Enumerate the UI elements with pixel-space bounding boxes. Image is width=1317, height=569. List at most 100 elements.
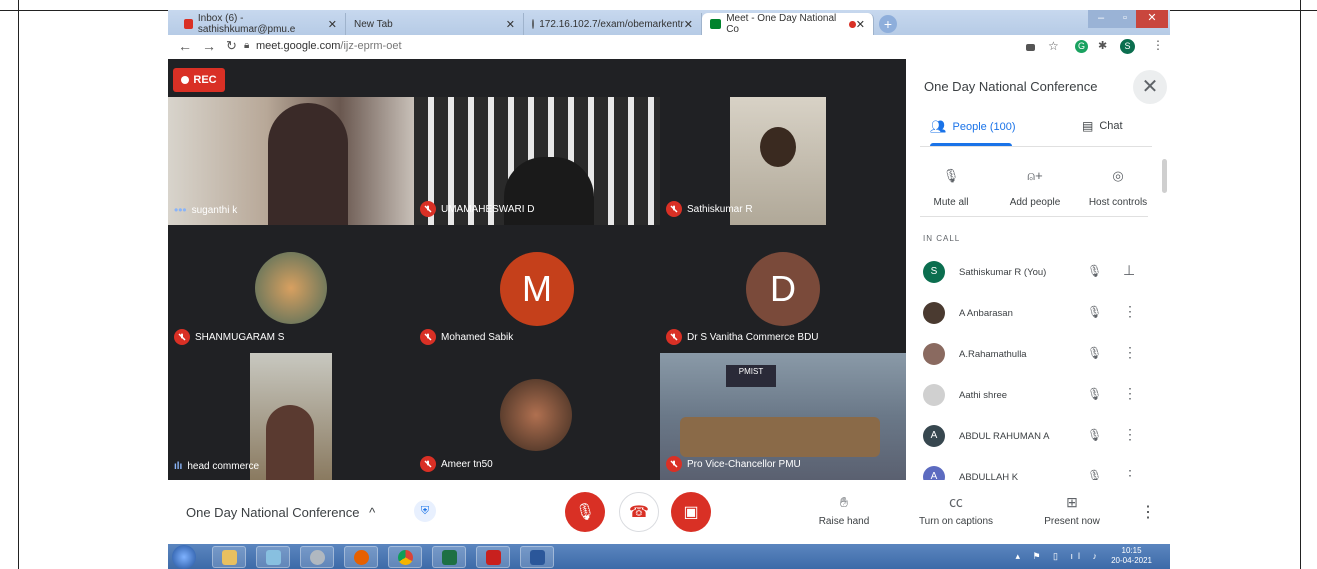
profile-avatar[interactable]: S [1120,39,1135,54]
taskbar-clock[interactable]: 10:15 20-04-2021 [1111,546,1152,566]
video-tile[interactable]: ••• suganthi k [168,97,414,225]
tab-gmail[interactable]: Inbox (6) - sathishkumar@pmu.e ✕ [176,13,346,35]
word-icon [530,550,545,565]
taskbar-app-explorer[interactable] [212,546,246,568]
divider [920,146,1152,147]
video-tile[interactable]: M Mohamed Sabik [414,225,660,353]
minimize-button[interactable]: – [1088,10,1114,28]
taskbar-app-word[interactable] [520,546,554,568]
participant-name-label: Ameer tn50 [420,456,493,472]
new-tab-button[interactable]: + [879,15,897,33]
chevron-up-icon: ^ [369,505,376,520]
mic-off-icon [666,329,682,345]
video-tile[interactable]: Sathiskumar R [660,97,906,225]
speaking-bars-icon: ılı [174,461,183,472]
pin-icon[interactable]: ⊥ [1123,262,1135,279]
tab-people[interactable]: 👥︎ People (100) [930,119,1016,135]
video-tile[interactable]: Ameer tn50 [414,353,660,480]
close-panel-button[interactable]: ✕ [1133,70,1167,104]
video-tile[interactable]: D Dr S Vanitha Commerce BDU [660,225,906,353]
grammarly-icon[interactable]: G [1075,40,1088,53]
participant-name-label: Mohamed Sabik [420,329,513,345]
tab-chat[interactable]: ▤ Chat [1082,119,1123,133]
close-icon[interactable]: ✕ [684,18,693,31]
camera-toggle-button[interactable]: ▣ [671,492,711,532]
video-tile[interactable]: SHANMUGARAM S [168,225,414,353]
participant-name: A.Rahamathulla [959,349,1027,360]
extensions-icon[interactable]: ✱ [1098,39,1107,52]
folder-icon [222,550,237,565]
close-window-button[interactable]: ✕ [1136,10,1168,28]
url-field[interactable]: meet.google.com/ijz-eprm-oet [256,40,402,52]
tab-meet[interactable]: Meet - One Day National Co ✕ [702,13,874,35]
raise-hand-button[interactable]: ✋︎ Raise hand [812,492,876,527]
more-options-icon[interactable]: ⋮ [1123,344,1137,361]
taskbar-app-libraries[interactable] [256,546,290,568]
lock-icon: 🔒︎ [244,40,250,51]
chat-icon: ▤ [1082,119,1094,133]
close-icon[interactable]: ✕ [328,18,337,31]
participant-row[interactable]: A.Rahamathulla 🎙︎ ⋮ [923,338,1163,368]
taskbar-app-chrome[interactable] [388,546,422,568]
participant-row[interactable]: A Anbarasan 🎙︎ ⋮ [923,297,1163,327]
video-tile[interactable]: UMAMAHESWARI D [414,97,660,225]
meeting-details-button[interactable]: One Day National Conference ^ [186,505,375,520]
meet-icon [710,19,722,29]
camera-indicator-icon[interactable] [1026,44,1035,51]
present-now-button[interactable]: ⊞ Present now [1036,492,1108,527]
tab-title: New Tab [354,18,393,30]
mic-off-icon: 🎙︎ [574,504,596,521]
captions-button[interactable]: ㏄ Turn on captions [912,492,1000,527]
participant-row[interactable]: A ABDUL RAHUMAN A 🎙︎ ⋮ [923,420,1163,450]
menu-icon[interactable]: ⋮ [1152,38,1164,52]
tab-new-tab[interactable]: New Tab ✕ [346,13,524,35]
host-controls-button[interactable]: ◎ Host controls [1082,163,1154,208]
acrobat-icon [486,550,501,565]
maximize-button[interactable]: ▫ [1114,10,1136,28]
leave-call-button[interactable]: ☎︎ [619,492,659,532]
speaking-dots-icon: ••• [174,203,187,217]
panel-title: One Day National Conference [924,79,1098,94]
participant-name: SHANMUGARAM S [195,331,285,343]
more-options-icon[interactable]: ⋮ [1123,303,1137,320]
mic-off-icon: 🎙︎ [1087,387,1103,401]
back-icon[interactable]: ← [178,38,192,54]
video-tile[interactable]: ılı head commerce [168,353,414,480]
close-icon[interactable]: ✕ [506,18,515,31]
participant-avatar [255,252,327,324]
mic-off-icon [420,329,436,345]
search-icon [310,550,325,565]
avatar: S [923,261,945,283]
taskbar-app-search[interactable] [300,546,334,568]
add-people-button[interactable]: ⍝+ Add people [1002,163,1068,208]
more-options-icon[interactable]: ⋮ [1123,426,1137,443]
url-host: meet.google.com [256,40,341,52]
conference-table [680,417,880,457]
start-button[interactable] [172,545,196,569]
tab-title: Inbox (6) - sathishkumar@pmu.e [197,13,296,35]
tab-exam[interactable]: 172.16.102.7/exam/obemarkentr ✕ [524,13,702,35]
participant-name: Dr S Vanitha Commerce BDU [687,331,819,343]
participant-row[interactable]: Aathi shree 🎙︎ ⋮ [923,379,1163,409]
mute-all-button[interactable]: 🎙︎ Mute all [920,163,982,208]
system-tray-icons[interactable]: ▴ ⚑ ▯ ıl ♪ [1015,551,1102,562]
close-icon[interactable]: ✕ [856,18,865,31]
video-tile[interactable]: PMIST Pro Vice-Chancellor PMU [660,353,906,480]
more-options-icon[interactable]: ⋮ [1123,385,1137,402]
taskbar-app-excel[interactable] [432,546,466,568]
address-bar: ← → ↻ 🔒︎ meet.google.com/ijz-eprm-oet ☆ … [168,35,1170,60]
taskbar-app-acrobat[interactable] [476,546,510,568]
tab-title: Meet - One Day National Co [726,13,837,35]
present-icon: ⊞ [1066,494,1078,510]
mic-off-icon: 🎙︎ [942,168,960,183]
forward-icon[interactable]: → [202,38,216,54]
participant-row[interactable]: S Sathiskumar R (You) 🎙︎ ⊥ [923,256,1163,286]
taskbar-app-firefox[interactable] [344,546,378,568]
star-icon[interactable]: ☆ [1048,39,1059,53]
reload-icon[interactable]: ↻ [226,38,237,54]
scrollbar[interactable] [1162,159,1167,193]
microphone-toggle-button[interactable]: 🎙︎ [565,492,605,532]
participant-name-label: ••• suganthi k [174,203,237,217]
more-options-icon[interactable]: ⋮ [1140,502,1156,522]
shield-icon[interactable]: ⛨ [414,500,436,522]
